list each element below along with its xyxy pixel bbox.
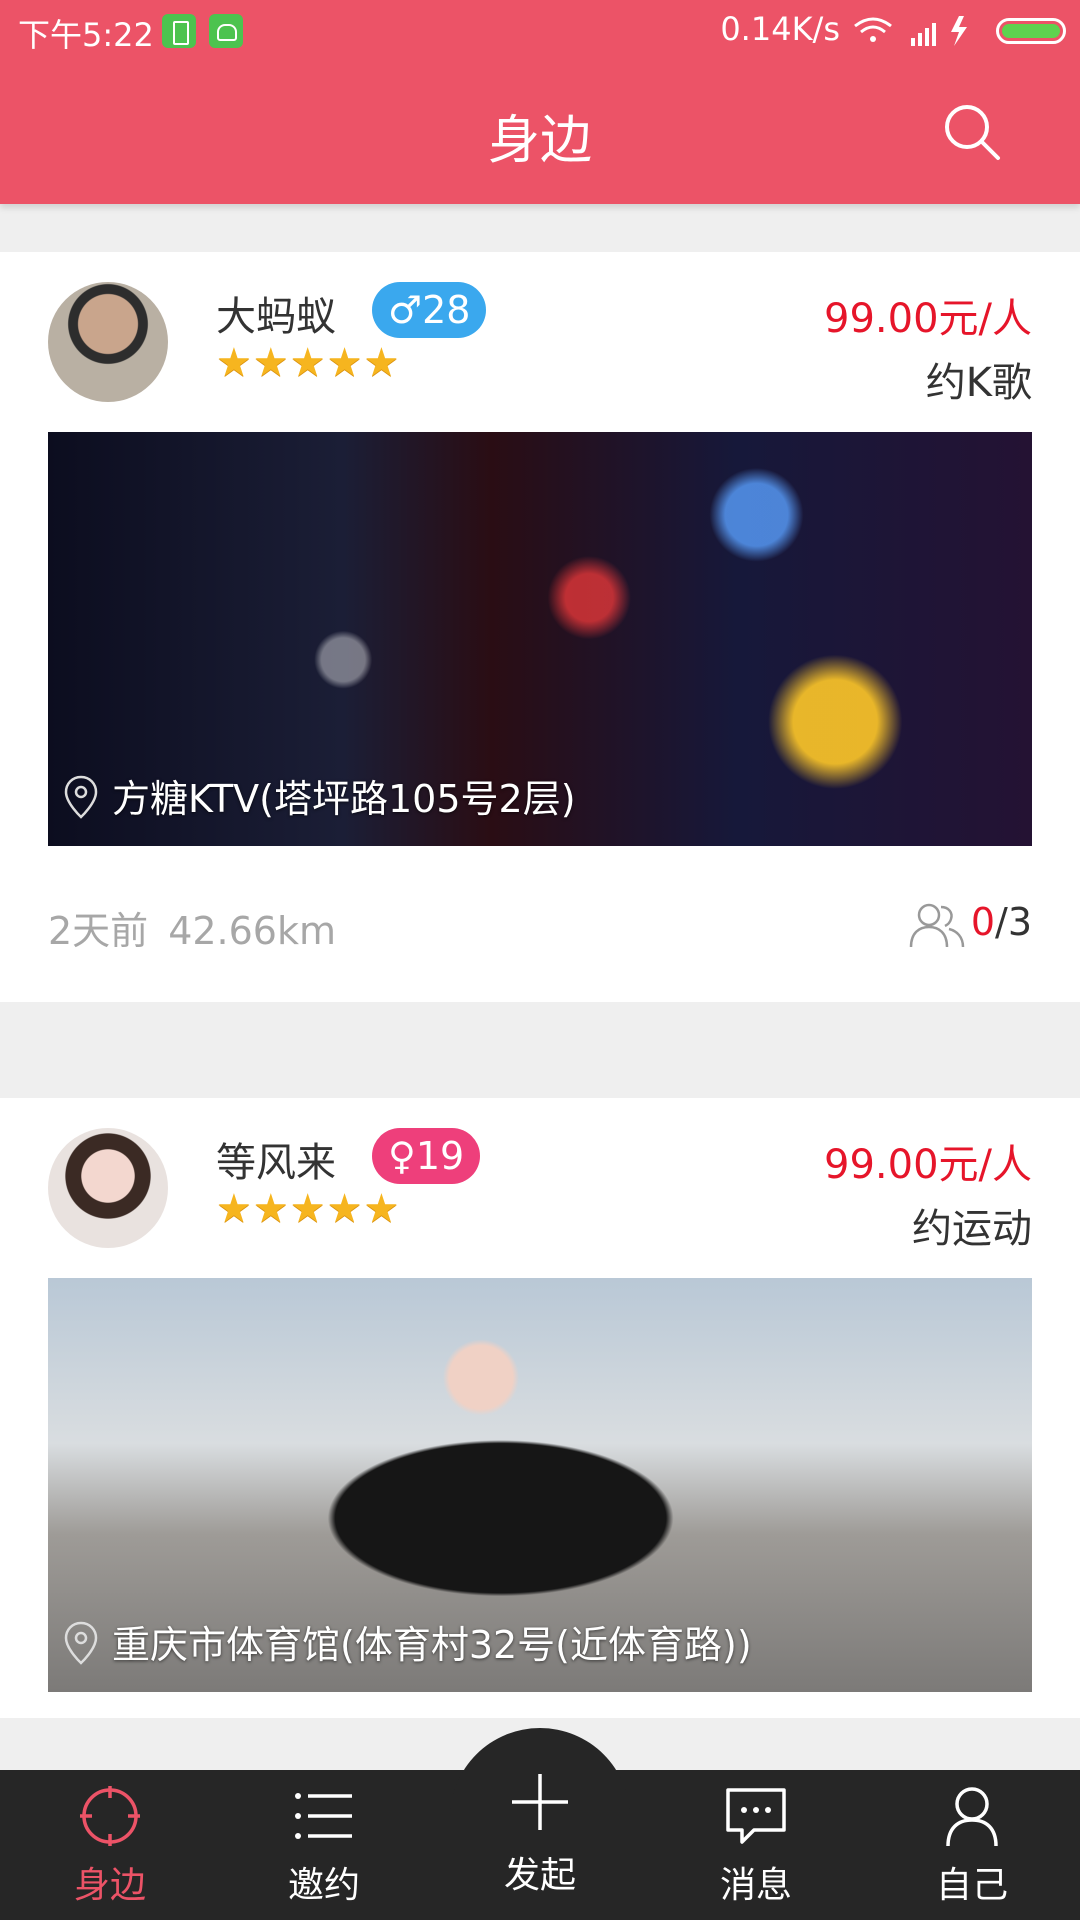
- user-icon: [940, 1784, 1004, 1848]
- activity-photo[interactable]: 重庆市体育馆(体育村32号(近体育路)): [48, 1278, 1032, 1692]
- nav-messages[interactable]: 消息: [676, 1770, 836, 1920]
- message-icon: [724, 1784, 788, 1848]
- nav-label: 邀约: [287, 1865, 360, 1906]
- location-text: 方糖KTV(塔坪路105号2层): [112, 777, 576, 821]
- nav-nearby[interactable]: 身边: [30, 1770, 190, 1920]
- price: 99.00元/人: [824, 1142, 1032, 1188]
- battery-saver-icon: [162, 14, 196, 48]
- plus-icon: [508, 1770, 572, 1834]
- android-icon: [209, 14, 243, 48]
- post-card[interactable]: 等风来 ♀19 ★★★★★ 99.00元/人 约运动 重庆市体育馆(体育村32号…: [0, 1098, 1080, 1718]
- username: 大蚂蚁: [216, 294, 336, 340]
- participant-count: 0/3: [909, 900, 1032, 949]
- avatar[interactable]: [48, 1128, 168, 1248]
- capacity: /3: [995, 900, 1032, 944]
- app-header: 下午5:22 0.14K/s 身边: [0, 0, 1080, 204]
- nav-label: 自己: [935, 1865, 1008, 1906]
- battery-icon: [996, 18, 1066, 44]
- location-pin-icon: [64, 1621, 98, 1674]
- nav-label: 身边: [73, 1865, 146, 1906]
- posted-time: 2天前: [48, 909, 149, 953]
- location-text: 重庆市体育馆(体育村32号(近体育路)): [112, 1623, 752, 1667]
- activity-type: 约运动: [912, 1206, 1032, 1252]
- location-label: 方糖KTV(塔坪路105号2层): [64, 768, 576, 828]
- location-pin-icon: [64, 775, 98, 828]
- wifi-signal-icon: [854, 16, 967, 46]
- joined-count: 0: [970, 900, 996, 944]
- search-icon[interactable]: [942, 102, 1002, 162]
- avatar[interactable]: [48, 282, 168, 402]
- nav-label: 消息: [719, 1865, 792, 1906]
- post-card[interactable]: 大蚂蚁 ♂28 ★★★★★ 99.00元/人 约K歌 方糖KTV(塔坪路105号…: [0, 252, 1080, 1002]
- nav-label: 发起: [503, 1855, 576, 1896]
- status-time: 下午5:22: [18, 16, 154, 54]
- activity-photo[interactable]: 方糖KTV(塔坪路105号2层): [48, 432, 1032, 846]
- price: 99.00元/人: [824, 296, 1032, 342]
- username: 等风来: [216, 1140, 336, 1186]
- page-title: 身边: [487, 111, 592, 171]
- nav-launch-button[interactable]: 发起: [450, 1728, 630, 1920]
- target-icon: [78, 1784, 142, 1848]
- status-bar: 下午5:22 0.14K/s: [0, 0, 1080, 62]
- activity-type: 约K歌: [925, 360, 1032, 406]
- post-meta: 2天前 42.66km: [48, 900, 336, 955]
- distance: 42.66km: [168, 909, 336, 953]
- list-icon: [292, 1784, 356, 1848]
- rating-stars: ★★★★★: [216, 1186, 401, 1232]
- nav-me[interactable]: 自己: [892, 1770, 1052, 1920]
- gender-age-badge: ♂28: [372, 282, 487, 338]
- network-speed: 0.14K/s: [720, 10, 840, 48]
- gender-age-badge: ♀19: [372, 1128, 481, 1184]
- location-label: 重庆市体育馆(体育村32号(近体育路)): [64, 1614, 752, 1674]
- status-icons: [851, 14, 1066, 48]
- rating-stars: ★★★★★: [216, 340, 401, 386]
- nav-invitations[interactable]: 邀约: [244, 1770, 404, 1920]
- group-icon: [909, 903, 965, 947]
